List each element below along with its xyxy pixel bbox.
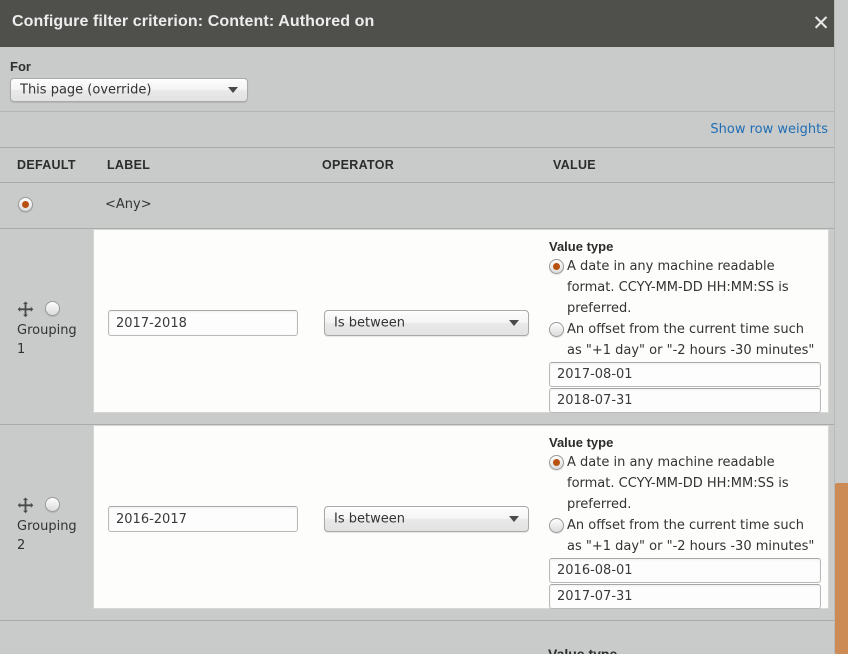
table-row: Value type xyxy=(0,621,848,654)
row-weights-bar: Show row weights xyxy=(0,113,848,148)
for-select-value: This page (override) xyxy=(20,82,152,98)
value-column-grouping-1: Value type A date in any machine readabl… xyxy=(549,239,821,413)
default-radio-grouping-1[interactable] xyxy=(45,301,60,316)
row-name-grouping-2: Grouping 2 xyxy=(17,519,77,553)
default-radio-grouping-2[interactable] xyxy=(45,497,60,512)
min-date-input-grouping-1[interactable] xyxy=(549,362,821,387)
close-icon[interactable]: ✕ xyxy=(808,10,834,36)
chevron-down-icon xyxy=(228,87,238,93)
value-type-title-grouping-1: Value type xyxy=(549,239,614,254)
max-date-input-grouping-2[interactable] xyxy=(549,584,821,609)
default-radio-any[interactable] xyxy=(18,197,33,212)
chevron-down-icon xyxy=(509,516,519,522)
column-header-value: VALUE xyxy=(553,158,596,172)
value-type-option-offset-grouping-2[interactable]: An offset from the current time such as … xyxy=(549,515,821,557)
drag-handle-icon[interactable] xyxy=(17,301,34,318)
row-handle-column: Grouping 1 xyxy=(0,229,93,424)
criteria-table-header: DEFAULT LABEL OPERATOR VALUE xyxy=(0,148,848,183)
column-header-operator: OPERATOR xyxy=(322,158,395,172)
max-date-input-grouping-1[interactable] xyxy=(549,388,821,413)
column-header-default: DEFAULT xyxy=(17,158,76,172)
value-type-title-grouping-2: Value type xyxy=(549,435,614,450)
row-panel-grouping-2: Is between Value type A date in any mach… xyxy=(93,425,829,609)
drag-handle-icon[interactable] xyxy=(17,497,34,514)
value-column-grouping-2: Value type A date in any machine readabl… xyxy=(549,435,821,609)
value-type-option-offset-grouping-1[interactable]: An offset from the current time such as … xyxy=(549,319,821,361)
page-scrollbar-thumb[interactable] xyxy=(835,483,848,654)
value-type-option-date-grouping-1[interactable]: A date in any machine readable format. C… xyxy=(549,256,821,319)
default-radio-any-wrap xyxy=(18,197,33,212)
label-input-grouping-2[interactable] xyxy=(108,506,298,532)
row-panel-grouping-3: Value type xyxy=(93,621,829,654)
operator-select-grouping-1[interactable]: Is between xyxy=(324,310,529,336)
dialog-title: Configure filter criterion: Content: Aut… xyxy=(12,13,375,30)
table-row: Grouping 1 Is between Value type A date … xyxy=(0,229,848,425)
for-select[interactable]: This page (override) xyxy=(10,78,248,102)
page-scrollbar-track[interactable] xyxy=(834,0,848,654)
chevron-down-icon xyxy=(509,320,519,326)
min-date-input-grouping-2[interactable] xyxy=(549,558,821,583)
value-type-radio-offset-grouping-2[interactable] xyxy=(549,518,564,533)
value-type-option-offset-label-grouping-2: An offset from the current time such as … xyxy=(567,518,815,554)
label-input-grouping-1[interactable] xyxy=(108,310,298,336)
criteria-table-body: <Any> Grouping 1 Is between Value type xyxy=(0,183,848,654)
show-row-weights-link[interactable]: Show row weights xyxy=(710,122,828,137)
value-type-title-grouping-3: Value type xyxy=(548,646,618,654)
row-handle-column xyxy=(0,621,93,654)
operator-select-grouping-2[interactable]: Is between xyxy=(324,506,529,532)
default-radio-grouping-2-wrap xyxy=(45,497,60,512)
row-handle-column: Grouping 2 xyxy=(0,425,93,620)
operator-select-value-grouping-1: Is between xyxy=(334,315,405,331)
value-type-option-date-grouping-2[interactable]: A date in any machine readable format. C… xyxy=(549,452,821,515)
value-type-radio-date-grouping-1[interactable] xyxy=(549,259,564,274)
value-type-option-date-label-grouping-1: A date in any machine readable format. C… xyxy=(567,259,789,316)
column-header-label: LABEL xyxy=(107,158,151,172)
default-radio-grouping-1-wrap xyxy=(45,301,60,316)
value-type-radio-date-grouping-2[interactable] xyxy=(549,455,564,470)
table-row: Grouping 2 Is between Value type A date … xyxy=(0,425,848,621)
operator-select-value-grouping-2: Is between xyxy=(334,511,405,527)
row-label-any: <Any> xyxy=(105,197,152,212)
value-type-radio-offset-grouping-1[interactable] xyxy=(549,322,564,337)
value-type-option-date-label-grouping-2: A date in any machine readable format. C… xyxy=(567,455,789,512)
value-column-grouping-3: Value type xyxy=(548,630,820,654)
dialog-titlebar: Configure filter criterion: Content: Aut… xyxy=(0,0,848,47)
for-section: For This page (override) xyxy=(0,47,848,112)
table-row: <Any> xyxy=(0,183,848,229)
row-panel-grouping-1: Is between Value type A date in any mach… xyxy=(93,229,829,413)
for-label: For xyxy=(10,59,31,74)
value-type-option-offset-label-grouping-1: An offset from the current time such as … xyxy=(567,322,815,358)
row-name-grouping-1: Grouping 1 xyxy=(17,323,77,357)
